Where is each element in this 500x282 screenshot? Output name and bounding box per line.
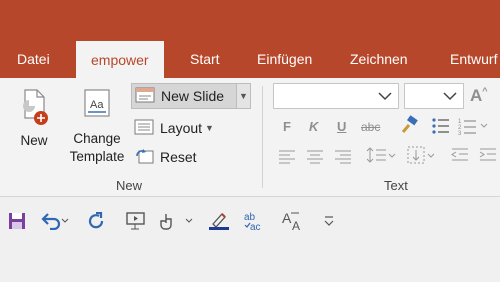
template-icon: Aa	[84, 89, 110, 117]
pen-color-icon[interactable]	[208, 208, 230, 234]
new-button-label: New	[20, 133, 48, 148]
reset-label: Reset	[160, 149, 197, 165]
tab-zeichnen[interactable]: Zeichnen	[350, 40, 408, 78]
tab-einfuegen[interactable]: Einfügen	[257, 40, 312, 78]
align-center-icon[interactable]	[306, 148, 324, 169]
svg-text:A: A	[292, 219, 300, 232]
slideshow-icon[interactable]	[125, 208, 147, 234]
layout-label: Layout	[160, 120, 203, 136]
ribbon: New Aa Change Template New Slide ▼ Layou…	[0, 78, 500, 197]
svg-text:3: 3	[458, 131, 462, 136]
strikethrough-button[interactable]: abc	[361, 120, 380, 134]
spelling-icon[interactable]: ab ac	[243, 208, 267, 234]
svg-text:A: A	[282, 210, 292, 226]
bold-button[interactable]: F	[283, 119, 291, 134]
chevron-down-icon	[443, 87, 457, 108]
decrease-indent-icon[interactable]	[450, 146, 470, 169]
undo-icon[interactable]	[40, 208, 70, 234]
format-painter-icon[interactable]	[399, 115, 419, 140]
touch-mode-icon[interactable]	[158, 208, 194, 234]
slide-icon	[135, 86, 157, 106]
change-template-label-2: Template	[69, 149, 125, 164]
ribbon-tab-bar: Datei empower Start Einfügen Zeichnen En…	[0, 40, 500, 79]
align-right-icon[interactable]	[334, 148, 352, 169]
group-label-new: New	[116, 178, 143, 193]
layout-icon	[134, 118, 156, 138]
change-case-icon[interactable]: AA	[281, 208, 305, 234]
line-spacing-icon[interactable]	[366, 145, 396, 170]
new-slide-button[interactable]: New Slide	[131, 83, 237, 109]
new-button[interactable]: New	[14, 86, 54, 150]
align-left-icon[interactable]	[278, 148, 296, 169]
new-presentation-icon	[23, 89, 48, 125]
quick-access-toolbar: ab ac AA	[0, 198, 500, 244]
group-label-text: Text	[384, 178, 408, 193]
tab-start[interactable]: Start	[190, 40, 220, 78]
tab-entwurf[interactable]: Entwurf	[450, 40, 497, 78]
text-direction-icon[interactable]	[406, 145, 436, 170]
layout-button[interactable]: Layout ▼	[134, 116, 214, 140]
svg-text:Aa: Aa	[90, 99, 104, 111]
font-size-combo[interactable]	[404, 83, 464, 109]
font-name-combo[interactable]	[273, 83, 399, 109]
redo-icon[interactable]	[88, 208, 106, 234]
new-slide-dropdown-arrow[interactable]: ▼	[236, 83, 251, 109]
change-template-button[interactable]: Aa Change Template	[64, 88, 130, 166]
underline-button[interactable]: U	[337, 119, 346, 134]
grow-font-icon[interactable]: A^	[470, 86, 488, 106]
customize-qat-icon[interactable]	[322, 208, 336, 234]
tab-datei[interactable]: Datei	[17, 40, 50, 78]
save-icon[interactable]	[8, 208, 26, 234]
numbering-icon[interactable]: 123	[458, 116, 488, 141]
new-slide-label: New Slide	[161, 88, 225, 104]
reset-icon	[134, 147, 156, 167]
tab-empower[interactable]: empower	[76, 41, 164, 79]
group-separator	[262, 86, 263, 188]
layout-dropdown-icon: ▼	[205, 123, 214, 133]
change-template-label-1: Change	[73, 131, 121, 146]
italic-button[interactable]: K	[309, 119, 318, 134]
chevron-down-icon	[378, 87, 392, 108]
increase-indent-icon[interactable]	[478, 146, 498, 169]
title-bar	[0, 0, 500, 40]
bullets-icon[interactable]	[431, 116, 451, 141]
svg-text:ac: ac	[250, 222, 261, 232]
reset-button[interactable]: Reset	[134, 145, 197, 169]
